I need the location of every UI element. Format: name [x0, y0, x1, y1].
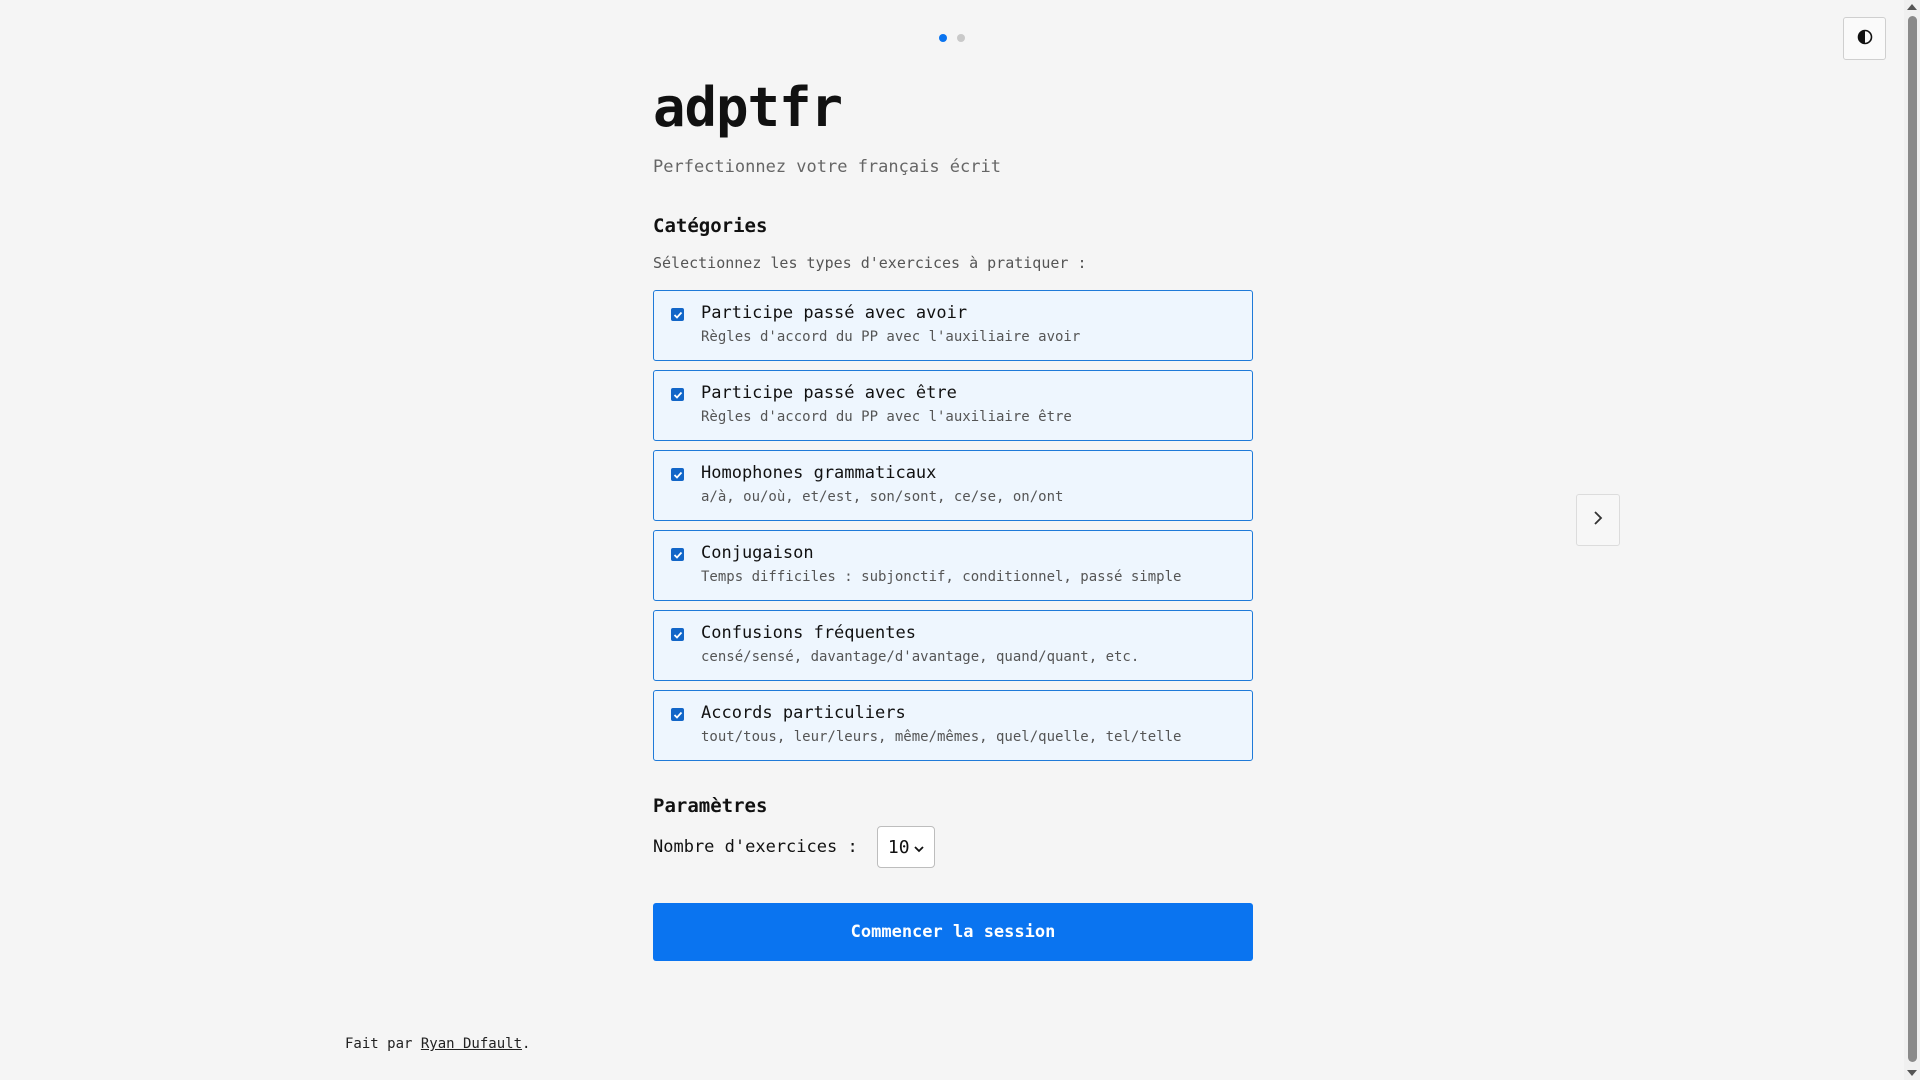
- category-description: Règles d'accord du PP avec l'auxiliaire …: [701, 409, 1072, 425]
- category-item[interactable]: Confusions fréquentes censé/sensé, davan…: [653, 610, 1253, 681]
- category-checkbox[interactable]: [671, 628, 684, 641]
- author-link[interactable]: Ryan Dufault: [421, 1036, 522, 1052]
- next-slide-button[interactable]: [1576, 494, 1620, 546]
- exercise-count-value: 10: [887, 836, 910, 858]
- params-heading: Paramètres: [653, 795, 768, 817]
- checkmark-icon: [673, 631, 682, 639]
- chevron-down-icon: [913, 837, 924, 858]
- exercise-count-label: Nombre d'exercices :: [653, 837, 858, 857]
- app-subtitle: Perfectionnez votre français écrit: [653, 157, 1001, 177]
- footer-suffix: .: [522, 1036, 531, 1052]
- scrollbar-thumb[interactable]: [1908, 16, 1917, 1062]
- exercise-count-row: Nombre d'exercices : 10: [653, 826, 935, 868]
- chevron-right-icon: [1592, 510, 1604, 530]
- category-checkbox[interactable]: [671, 548, 684, 561]
- category-item[interactable]: Participe passé avec avoir Règles d'acco…: [653, 290, 1253, 361]
- pager-dot[interactable]: [957, 34, 965, 42]
- category-description: Règles d'accord du PP avec l'auxiliaire …: [701, 329, 1081, 345]
- category-checkbox[interactable]: [671, 388, 684, 401]
- category-checkbox[interactable]: [671, 468, 684, 481]
- scroll-up-arrow[interactable]: [1907, 4, 1917, 10]
- categories-hint: Sélectionnez les types d'exercices à pra…: [653, 254, 1087, 272]
- category-description: tout/tous, leur/leurs, même/mêmes, quel/…: [701, 729, 1182, 745]
- contrast-icon: [1857, 29, 1873, 49]
- category-description: censé/sensé, davantage/d'avantage, quand…: [701, 649, 1140, 665]
- checkmark-icon: [673, 391, 682, 399]
- categories-heading: Catégories: [653, 215, 768, 237]
- start-session-button[interactable]: Commencer la session: [653, 903, 1253, 961]
- category-list: Participe passé avec avoir Règles d'acco…: [653, 290, 1253, 770]
- app-title: adptfr: [653, 76, 843, 139]
- category-label: Participe passé avec être: [701, 383, 957, 403]
- vertical-scrollbar[interactable]: [1904, 0, 1920, 1080]
- category-item[interactable]: Conjugaison Temps difficiles : subjoncti…: [653, 530, 1253, 601]
- checkmark-icon: [673, 711, 682, 719]
- exercise-count-select[interactable]: 10: [876, 826, 935, 868]
- scroll-down-arrow[interactable]: [1907, 1070, 1917, 1076]
- category-checkbox[interactable]: [671, 708, 684, 721]
- category-label: Accords particuliers: [701, 703, 906, 723]
- category-label: Confusions fréquentes: [701, 623, 916, 643]
- category-label: Participe passé avec avoir: [701, 303, 968, 323]
- footer-prefix: Fait par: [345, 1036, 421, 1052]
- category-item[interactable]: Accords particuliers tout/tous, leur/leu…: [653, 690, 1253, 761]
- category-item[interactable]: Participe passé avec être Règles d'accor…: [653, 370, 1253, 441]
- pager-dot-active[interactable]: [939, 34, 947, 42]
- category-item[interactable]: Homophones grammaticaux a/à, ou/où, et/e…: [653, 450, 1253, 521]
- checkmark-icon: [673, 311, 682, 319]
- category-description: Temps difficiles : subjonctif, condition…: [701, 569, 1182, 585]
- category-description: a/à, ou/où, et/est, son/sont, ce/se, on/…: [701, 489, 1064, 505]
- carousel-pager: [939, 34, 965, 42]
- checkmark-icon: [673, 471, 682, 479]
- checkmark-icon: [673, 551, 682, 559]
- category-checkbox[interactable]: [671, 308, 684, 321]
- category-label: Conjugaison: [701, 543, 814, 563]
- theme-toggle-button[interactable]: [1843, 17, 1886, 60]
- category-label: Homophones grammaticaux: [701, 463, 937, 483]
- footer: Fait par Ryan Dufault.: [345, 1036, 530, 1052]
